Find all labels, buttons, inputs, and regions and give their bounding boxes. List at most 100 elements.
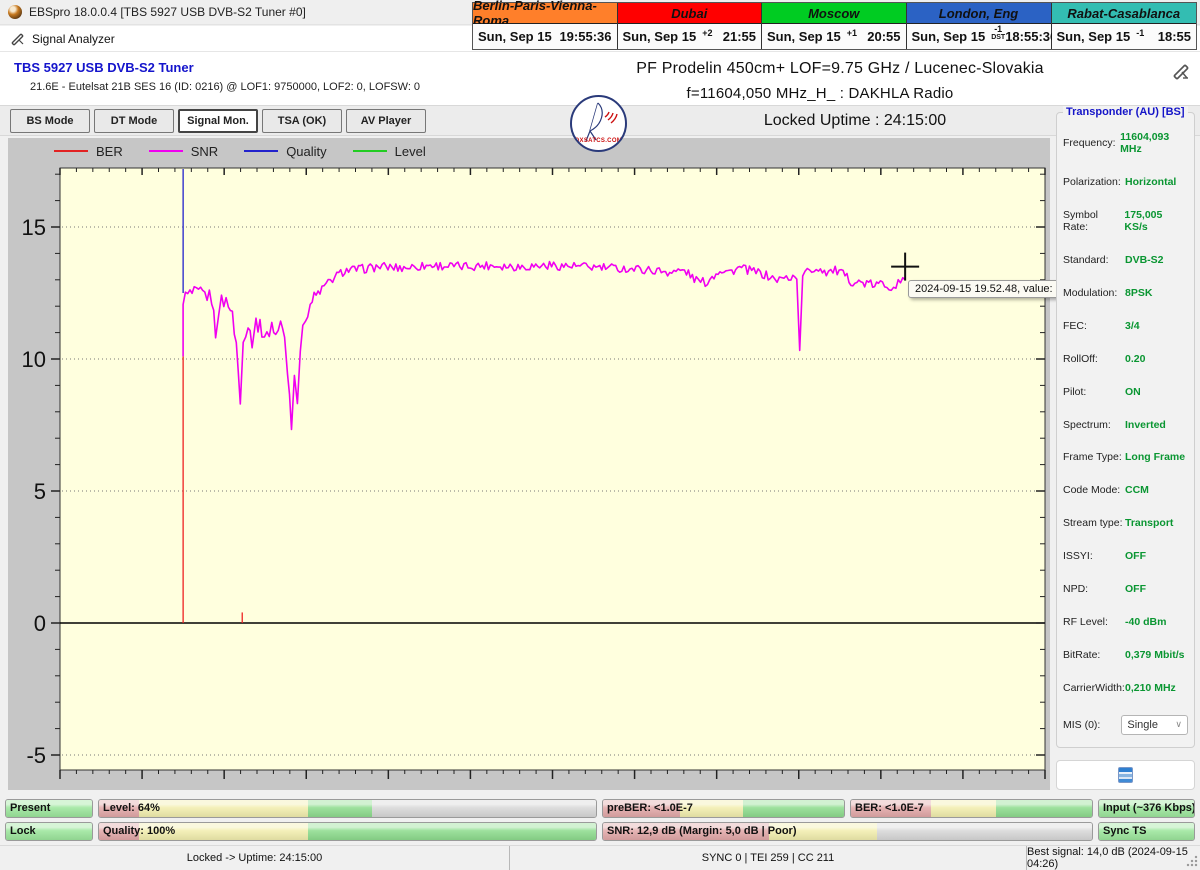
- clock-dst-note: DST: [991, 33, 1006, 41]
- signal-bar-snr: SNR: 12,9 dB (Margin: 5,0 dB | Poor): [602, 822, 1093, 841]
- window-title: EBSpro 18.0.0.4 [TBS 5927 USB DVB-S2 Tun…: [29, 5, 306, 19]
- chart-legend: BER SNR Quality Level: [54, 141, 426, 161]
- chevron-down-icon: ∨: [1175, 719, 1182, 730]
- transponder-row-carrierwidth: CarrierWidth: 0,210 MHz: [1057, 682, 1194, 694]
- bar-sheen: [99, 800, 596, 817]
- signal-bar-preber: preBER: <1.0E-7: [602, 799, 845, 818]
- transponder-value: 0.20: [1125, 352, 1146, 365]
- clock-time-row: Sun, Sep 15 +1 20:55: [762, 24, 906, 49]
- transponder-rows: Frequency: 11604,093 MHz Polarization: Hori…: [1057, 123, 1194, 739]
- transponder-label: Spectrum:: [1063, 418, 1111, 431]
- signal-bar-level: Level: 64%: [98, 799, 597, 818]
- transponder-row-polarization: Polarization: Horizontal: [1057, 176, 1194, 188]
- clock-date: Sun, Sep 15: [622, 29, 697, 44]
- transponder-label: Pilot:: [1063, 385, 1087, 398]
- clock-time: 21:55: [722, 29, 756, 44]
- clock-city: Rabat-Casablanca: [1051, 3, 1196, 24]
- signal-bar-quality: Quality: 100%: [98, 822, 597, 841]
- mis-label: MIS (0):: [1063, 718, 1101, 731]
- clock-time: 18:55:36: [1005, 29, 1058, 44]
- clock-utc-offset: +1: [846, 27, 857, 38]
- transponder-label: Standard:: [1063, 253, 1109, 266]
- tab-tsa-ok-[interactable]: TSA (OK): [262, 109, 342, 133]
- legend-label: Level: [394, 143, 426, 159]
- clock-4: London, Eng Sun, Sep 15 -1 DST 18:55:36: [906, 3, 1057, 49]
- legend-item-snr: SNR: [148, 143, 219, 159]
- transponder-value: Inverted: [1125, 418, 1166, 431]
- clock-5: Rabat-Casablanca Sun, Sep 15 -1 18:55: [1051, 3, 1196, 49]
- tab-dt-mode[interactable]: DT Mode: [94, 109, 174, 133]
- transponder-label: RollOff:: [1063, 352, 1098, 365]
- transponder-row-fec: FEC: 3/4: [1057, 320, 1194, 332]
- app-icon: [8, 5, 22, 19]
- clock-time-row: Sun, Sep 15 +2 21:55: [617, 24, 761, 49]
- record-button[interactable]: [1056, 760, 1195, 790]
- resize-grip[interactable]: [1186, 855, 1198, 867]
- mis-selected-value: Single: [1127, 718, 1158, 731]
- bar-label: BER: <1.0E-7: [855, 802, 924, 814]
- legend-swatch: [352, 150, 387, 152]
- clock-time-row: Sun, Sep 15 -1 18:55: [1051, 24, 1196, 49]
- transponder-value: OFF: [1125, 583, 1146, 596]
- transponder-row-frequency: Frequency: 11604,093 MHz: [1057, 131, 1194, 155]
- transponder-row-rolloff: RollOff: 0.20: [1057, 353, 1194, 365]
- transponder-row-codemode: Code Mode: CCM: [1057, 484, 1194, 496]
- tab-bs-mode[interactable]: BS Mode: [10, 109, 90, 133]
- transponder-row-npd: NPD: OFF: [1057, 583, 1194, 595]
- transponder-row-frametype: Frame Type: Long Frame: [1057, 451, 1194, 463]
- transponder-label: ISSYI:: [1063, 550, 1093, 563]
- clock-2: Dubai Sun, Sep 15 +2 21:55: [617, 3, 762, 49]
- transponder-label: CarrierWidth:: [1063, 682, 1125, 694]
- satellite-dish-icon[interactable]: [1170, 60, 1192, 82]
- svg-text:-5: -5: [26, 743, 46, 768]
- transponder-value: 11604,093 MHz: [1120, 131, 1170, 155]
- bar-label: SNR: 12,9 dB (Margin: 5,0 dB | Poor): [607, 825, 797, 837]
- bar-label: Present: [10, 802, 51, 814]
- bar-label: Lock: [10, 825, 36, 837]
- tuner-title: TBS 5927 USB DVB-S2 Tuner: [14, 60, 194, 75]
- clock-city: Moscow: [762, 3, 906, 24]
- transponder-label: Symbol Rate:: [1063, 208, 1099, 233]
- transponder-value: 8PSK: [1125, 286, 1153, 299]
- transponder-value: Horizontal: [1125, 175, 1177, 188]
- clock-city: London, Eng: [906, 3, 1051, 24]
- transponder-row-bitrate: BitRate: 0,379 Mbit/s: [1057, 649, 1194, 661]
- tab-signal-mon-[interactable]: Signal Mon.: [178, 109, 258, 133]
- transponder-value: Transport: [1125, 517, 1174, 530]
- clock-date: Sun, Sep 15: [1056, 29, 1131, 44]
- clock-date: Sun, Sep 15: [767, 29, 841, 44]
- legend-swatch: [148, 150, 183, 152]
- legend-swatch: [54, 150, 88, 152]
- transponder-value: Long Frame: [1125, 451, 1186, 464]
- statusbar: Locked -> Uptime: 24:15:00 SYNC 0 | TEI …: [0, 845, 1200, 870]
- signal-bar-ber: BER: <1.0E-7: [850, 799, 1093, 818]
- chart-plot[interactable]: 15 10 5 0 -5: [8, 138, 1050, 790]
- bar-label: Level: 64%: [103, 802, 160, 814]
- svg-text:15: 15: [22, 215, 46, 240]
- mis-dropdown[interactable]: Single ∨: [1121, 714, 1188, 735]
- toolbar-label[interactable]: Signal Analyzer: [32, 32, 115, 46]
- signal-bar-input: Input (~376 Kbps): [1098, 799, 1195, 818]
- clock-city: Berlin-Paris-Vienna-Roma: [473, 0, 617, 28]
- transponder-row-pilot: Pilot: ON: [1057, 386, 1194, 398]
- transponder-label: Frequency:: [1063, 137, 1116, 149]
- legend-label: SNR: [190, 143, 219, 159]
- transponder-value: 0,210 MHz: [1125, 682, 1176, 694]
- transponder-row-issyi: ISSYI: OFF: [1057, 550, 1194, 562]
- clock-time: 20:55: [867, 29, 901, 44]
- statusbar-sync: SYNC 0 | TEI 259 | CC 211: [510, 846, 1027, 870]
- legend-swatch: [244, 150, 279, 152]
- legend-item-quality: Quality: [244, 144, 327, 159]
- signal-chart: BER SNR Quality Level 15 10 5 0 -5 2024-09-15 1…: [8, 138, 1075, 790]
- transponder-label: Stream type:: [1063, 517, 1123, 530]
- clock-time: 18:55: [1157, 29, 1191, 44]
- transponder-value: DVB-S2: [1125, 253, 1164, 266]
- tab-av-player[interactable]: AV Player: [346, 109, 426, 133]
- clock-time-row: Sun, Sep 15 -1 DST 18:55:36: [906, 24, 1057, 49]
- status-bar-row-2: Lock Quality: 100% SNR: 12,9 dB (Margin: 5…: [5, 822, 1195, 841]
- clock-time: 19:55:36: [559, 29, 612, 44]
- transponder-value: 0,379 Mbit/s: [1125, 649, 1185, 662]
- transponder-row-spectrum: Spectrum: Inverted: [1057, 419, 1194, 431]
- transponder-label: FEC:: [1063, 319, 1087, 332]
- chart-tooltip: 2024-09-15 19.52.48, value: 13: [908, 280, 1075, 298]
